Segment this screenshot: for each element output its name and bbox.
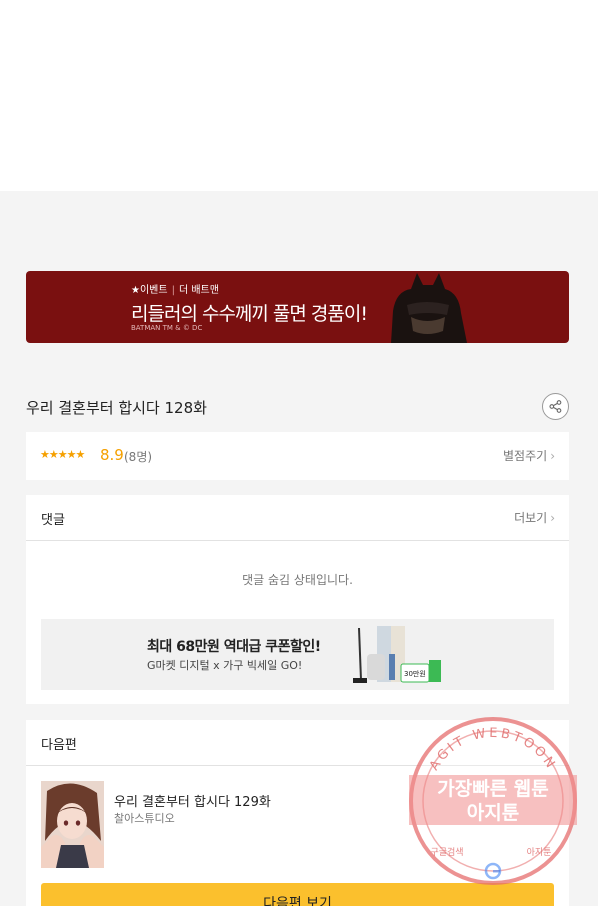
event-banner[interactable]: ★이벤트 | 더 배트맨 리들러의 수수께끼 풀면 경품이! BATMAN TM &… bbox=[26, 271, 569, 343]
appliance-image: 30만원 bbox=[353, 626, 441, 683]
next-episode-section: 다음편 우리 결혼부터 합시다 129화 찰아스튜디오 다음편 보기 bbox=[26, 720, 569, 906]
next-episode-item[interactable]: 우리 결혼부터 합시다 129화 찰아스튜디오 bbox=[41, 781, 554, 869]
share-button[interactable] bbox=[542, 393, 569, 420]
chevron-right-icon: › bbox=[550, 449, 555, 463]
ad-subtitle: G마켓 디지털 x 가구 빅세일 GO! bbox=[147, 659, 303, 672]
comments-section: 댓글 더보기 › 댓글 숨김 상태입니다. 최대 68만원 역대급 쿠폰할인! G… bbox=[26, 495, 569, 704]
rate-button-label: 별점주기 bbox=[503, 449, 548, 463]
comments-more-label: 더보기 bbox=[514, 511, 548, 525]
banner-tag-event: ★이벤트 bbox=[131, 285, 168, 296]
next-episode-header: 다음편 bbox=[26, 720, 569, 766]
next-episode-title: 우리 결혼부터 합시다 129화 bbox=[114, 795, 271, 810]
coupon-ad[interactable]: 최대 68만원 역대급 쿠폰할인! G마켓 디지털 x 가구 빅세일 GO! 3… bbox=[41, 619, 554, 690]
banner-tag: ★이벤트 | 더 배트맨 bbox=[131, 285, 219, 296]
banner-headline: 리들러의 수수께끼 풀면 경품이! bbox=[131, 303, 368, 325]
banner-fine-print: BATMAN TM & © DC bbox=[131, 324, 203, 332]
comments-hidden-message: 댓글 숨김 상태입니다. bbox=[242, 573, 353, 587]
episode-title: 우리 결혼부터 합시다 128화 bbox=[26, 399, 207, 417]
comments-title: 댓글 bbox=[41, 513, 65, 528]
next-episode-studio: 찰아스튜디오 bbox=[114, 812, 175, 825]
comments-header: 댓글 더보기 › bbox=[26, 495, 569, 541]
rating-stars: ★★★★★ bbox=[40, 448, 85, 461]
chevron-right-icon: › bbox=[550, 511, 555, 525]
rating-card: ★★★★★ 8.9 (8명) 별점주기 › bbox=[26, 432, 569, 480]
ad-coupon-text: 30만원 bbox=[404, 669, 426, 678]
comments-more-button[interactable]: 더보기 › bbox=[514, 509, 555, 526]
rating-count: (8명) bbox=[124, 450, 153, 464]
next-episode-section-title: 다음편 bbox=[41, 738, 77, 753]
rate-button[interactable]: 별점주기 › bbox=[503, 447, 555, 464]
next-episode-thumbnail bbox=[41, 781, 104, 868]
share-icon bbox=[549, 400, 562, 413]
ad-title: 최대 68만원 역대급 쿠폰할인! bbox=[147, 639, 321, 655]
banner-tag-title: 더 배트맨 bbox=[178, 285, 219, 296]
rating-score: 8.9 bbox=[100, 446, 124, 464]
top-blank-area bbox=[0, 0, 598, 191]
next-episode-button[interactable]: 다음편 보기 bbox=[41, 883, 554, 906]
batman-image bbox=[391, 273, 467, 343]
